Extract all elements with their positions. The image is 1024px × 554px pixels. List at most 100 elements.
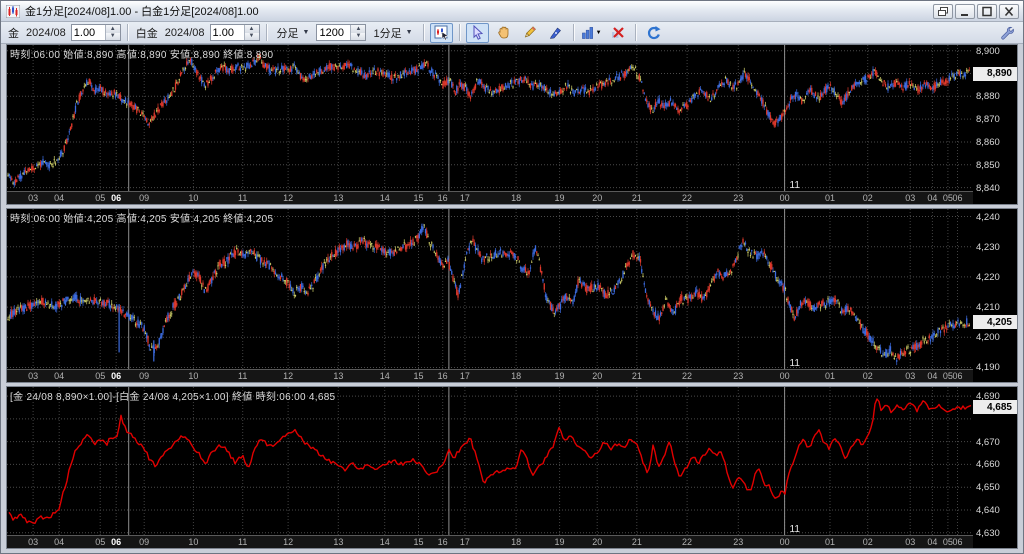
settings-wrench-button[interactable] <box>995 23 1018 43</box>
close-button[interactable] <box>999 3 1019 19</box>
bar-count-down-button[interactable]: ▼ <box>351 32 366 40</box>
y-tick-label: 4,640 <box>976 504 1000 516</box>
platinum-current-price: 4,205 <box>986 316 1012 328</box>
titlebar[interactable]: 金1分足[2024/08]1.00 - 白金1分足[2024/08]1.00 <box>1 1 1023 22</box>
x-tick-label: 03 <box>28 371 39 381</box>
bar-type-label: 分足 <box>276 27 299 40</box>
platinum-multiplier-up-button[interactable]: ▲ <box>244 25 259 33</box>
chevron-down-icon: ▼ <box>302 29 310 36</box>
platinum-month-label: 2024/08 <box>164 26 205 39</box>
x-tick-label: 23 <box>733 537 744 547</box>
x-tick-label: 21 <box>631 371 642 381</box>
chart-panel-spread: [金 24/08 8,890×1.00]-[白金 24/08 4,205×1.0… <box>6 386 1018 549</box>
y-tick-label: 8,860 <box>976 136 1000 148</box>
x-tick-label: 16 <box>437 193 448 203</box>
bar-count-input[interactable] <box>317 25 351 40</box>
platinum-multiplier-down-button[interactable]: ▼ <box>244 32 259 40</box>
x-tick-label: 02 <box>862 537 873 547</box>
toolbar-separator <box>572 24 574 41</box>
x-tick-label: 13 <box>333 371 344 381</box>
x-tick-label: 06 <box>952 371 963 381</box>
x-tick-label: 04 <box>54 193 65 203</box>
x-tick-label: 01 <box>825 193 836 203</box>
x-tick-label: 05 <box>942 537 953 547</box>
x-tick-label: 15 <box>413 371 424 381</box>
platinum-current-price-box: 4,205 <box>973 315 1017 330</box>
gold-multiplier-up-button[interactable]: ▲ <box>105 25 120 33</box>
float-window-button[interactable] <box>933 3 953 19</box>
chart-canvas[interactable] <box>7 45 973 191</box>
platinum-multiplier-input[interactable] <box>210 25 244 40</box>
chart-panel-gold: 時刻:06:00 始値:8,890 高値:8,890 安値:8,890 終値:8… <box>6 44 1018 205</box>
chart-panel-platinum: 時刻:06:00 始値:4,205 高値:4,205 安値:4,205 終値:4… <box>6 208 1018 383</box>
y-tick-label: 8,850 <box>976 159 1000 171</box>
chart-canvas[interactable] <box>7 387 973 535</box>
y-tick-label: 4,660 <box>976 459 1000 471</box>
x-tick-label: 00 <box>779 371 790 381</box>
pointer-tool-button[interactable] <box>465 22 489 43</box>
delete-drawings-button[interactable] <box>606 23 629 43</box>
spread-current-price-box: 4,685 <box>973 400 1017 415</box>
x-tick-label: 12 <box>283 193 294 203</box>
x-tick-label: 22 <box>682 371 693 381</box>
bar-type-dropdown[interactable]: 分足 ▼ <box>273 25 314 41</box>
gold-price-axis: 8,890 8,900 8,880 8,870 8,860 8,850 8,840 <box>973 45 1017 204</box>
x-tick-label: 18 <box>511 537 522 547</box>
chevron-down-icon: ▼ <box>595 29 602 36</box>
gold-multiplier-spinner: ▲ ▼ <box>70 24 121 41</box>
x-tick-label: 15 <box>413 193 424 203</box>
gold-multiplier-input[interactable] <box>71 25 105 40</box>
platinum-chart-plot[interactable]: 時刻:06:00 始値:4,205 高値:4,205 安値:4,205 終値:4… <box>7 209 973 369</box>
x-tick-label: 13 <box>333 537 344 547</box>
gold-chart-plot[interactable]: 時刻:06:00 始値:8,890 高値:8,890 安値:8,890 終値:8… <box>7 45 973 191</box>
x-tick-label: 04 <box>927 193 938 203</box>
pencil-draw-tool-button[interactable] <box>518 23 541 43</box>
chart-canvas[interactable] <box>7 209 973 369</box>
x-tick-label: 06 <box>111 193 122 203</box>
x-tick-label: 05 <box>942 371 953 381</box>
platinum-time-axis: 03 04 05 06 09 10 11 12 13 14 15 16 17 18 19 20 21 22 23 00… <box>7 369 973 382</box>
x-tick-label: 01 <box>825 371 836 381</box>
x-tick-label: 12 <box>283 371 294 381</box>
toolbar-separator <box>634 24 636 41</box>
platinum-chart-info: 時刻:06:00 始値:4,205 高値:4,205 安値:4,205 終値:4… <box>10 214 274 225</box>
gold-chart-info: 時刻:06:00 始値:8,890 高値:8,890 安値:8,890 終値:8… <box>10 50 274 61</box>
chart-stack: 時刻:06:00 始値:8,890 高値:8,890 安値:8,890 終値:8… <box>1 44 1023 549</box>
x-tick-label: 23 <box>733 193 744 203</box>
x-tick-label: 11 <box>238 537 248 547</box>
chart-cursor-tool-button[interactable] <box>429 22 453 43</box>
platinum-label: 白金 <box>135 27 158 40</box>
toolbar-separator <box>458 24 460 41</box>
pen-annotate-tool-button[interactable] <box>544 23 567 43</box>
x-tick-label: 17 <box>459 193 470 203</box>
x-tick-label: 21 <box>631 193 642 203</box>
interval-dropdown[interactable]: 1分足 ▼ <box>369 25 416 41</box>
x-tick-label: 06 <box>952 193 963 203</box>
minimize-button[interactable] <box>955 3 975 19</box>
gold-multiplier-down-button[interactable]: ▼ <box>105 32 120 40</box>
spread-time-axis: 03 04 05 06 09 10 11 12 13 14 15 16 17 18 19 20 21 22 23 00… <box>7 535 973 548</box>
x-tick-label: 05 <box>95 371 106 381</box>
y-tick-label: 8,840 <box>976 182 1000 194</box>
y-tick-label: 4,650 <box>976 482 1000 494</box>
x-tick-label: 13 <box>333 193 344 203</box>
date-label: 11 <box>789 180 800 191</box>
x-tick-label: 21 <box>631 537 642 547</box>
y-tick-label: 4,220 <box>976 271 1000 283</box>
x-tick-label: 02 <box>862 371 873 381</box>
maximize-button[interactable] <box>977 3 997 19</box>
x-tick-label: 17 <box>459 537 470 547</box>
spread-chart-plot[interactable]: [金 24/08 8,890×1.00]-[白金 24/08 4,205×1.0… <box>7 387 973 535</box>
x-tick-label: 01 <box>825 537 836 547</box>
gold-time-axis: 03 04 05 06 09 10 11 12 13 14 15 16 17 18 19 20 21 22 23 00… <box>7 191 973 204</box>
x-tick-label: 03 <box>905 193 916 203</box>
date-label: 11 <box>789 524 800 535</box>
x-tick-label: 14 <box>379 193 390 203</box>
refresh-button[interactable] <box>642 23 665 43</box>
chart-type-button[interactable]: ▼ <box>580 23 603 43</box>
x-tick-label: 06 <box>111 371 122 381</box>
x-tick-label: 10 <box>188 537 199 547</box>
pan-hand-tool-button[interactable] <box>492 23 515 43</box>
bar-count-up-button[interactable]: ▲ <box>351 25 366 33</box>
x-tick-label: 11 <box>238 193 248 203</box>
